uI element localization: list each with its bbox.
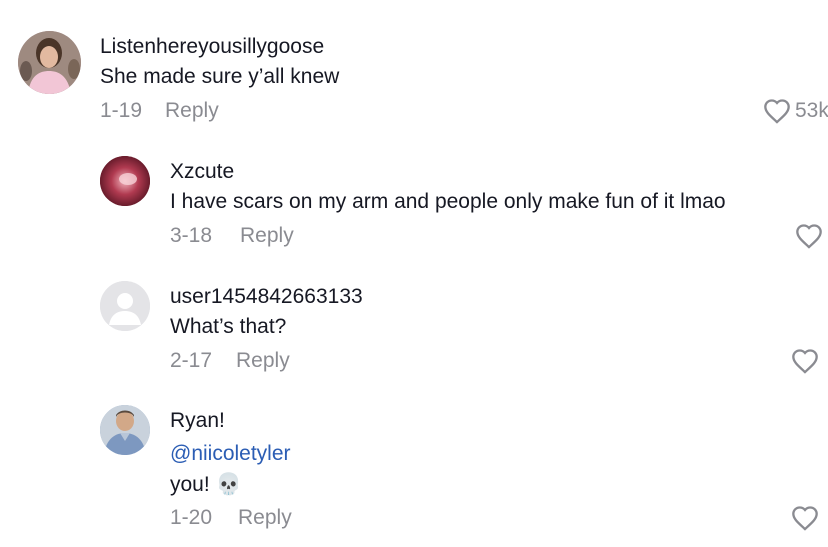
comment-username[interactable]: Xzcute	[170, 160, 234, 184]
comment-date: 2-17	[170, 349, 213, 372]
avatar-photo-icon	[18, 31, 81, 94]
heart-icon[interactable]	[795, 223, 823, 249]
comment-text: What’s that?	[170, 315, 287, 338]
avatar[interactable]	[100, 156, 150, 206]
comment-text: She made sure y’all knew	[100, 65, 340, 88]
like-count: 53k	[795, 99, 828, 122]
avatar-photo-icon	[100, 405, 150, 455]
reply-button[interactable]: Reply	[240, 224, 294, 248]
avatar-photo-icon	[100, 156, 150, 206]
reply-button[interactable]: Reply	[236, 349, 290, 373]
avatar[interactable]	[100, 281, 150, 331]
avatar[interactable]	[100, 405, 150, 455]
comment-date: 1-20	[170, 506, 213, 529]
heart-icon[interactable]	[791, 348, 819, 374]
comment-date: 3-18	[170, 224, 213, 247]
comment-username[interactable]: Ryan!	[170, 409, 225, 433]
default-avatar-icon	[100, 281, 150, 331]
avatar[interactable]	[18, 31, 81, 94]
comment-username[interactable]: user1454842663133	[170, 285, 363, 309]
mention-link[interactable]: @niicoletyler	[170, 442, 291, 466]
heart-icon[interactable]	[791, 505, 819, 531]
heart-icon[interactable]	[763, 98, 791, 124]
reply-button[interactable]: Reply	[165, 99, 219, 123]
comment-username[interactable]: Listenhereyousillygoose	[100, 35, 324, 59]
comment-text: you! 💀	[170, 473, 242, 496]
comment-date: 1-19	[100, 99, 143, 122]
reply-button[interactable]: Reply	[238, 506, 292, 530]
comment-text: I have scars on my arm and people only m…	[170, 190, 726, 213]
